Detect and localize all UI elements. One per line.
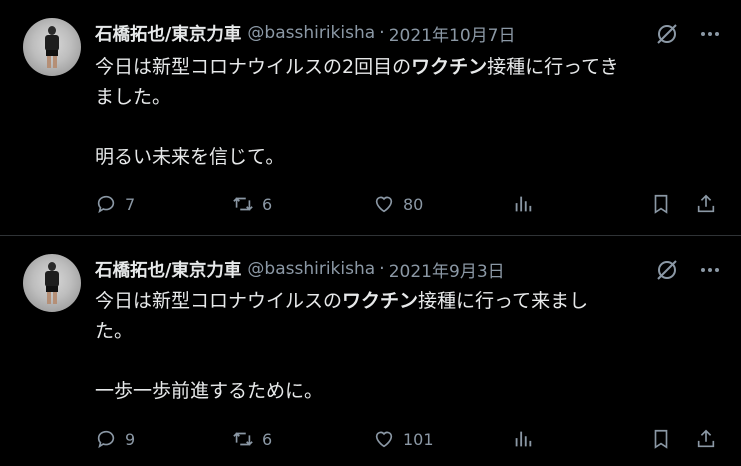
share-icon (697, 194, 715, 213)
like-count: 101 (403, 429, 434, 449)
tweet-date[interactable]: 2021年9月3日 (389, 257, 505, 282)
retweet-icon (233, 197, 253, 211)
views-button[interactable] (512, 425, 534, 453)
bookmark-button[interactable] (650, 190, 672, 218)
tweet-date[interactable]: 2021年10月7日 (389, 21, 516, 46)
tweet-text-part: 今日は新型コロナウイルスの2回目の (95, 56, 412, 78)
separator: · (379, 23, 385, 43)
grok-icon[interactable] (655, 22, 679, 46)
author-handle[interactable]: @basshirikisha (247, 23, 375, 43)
reply-count: 9 (125, 429, 136, 449)
tweet[interactable]: 石橋拓也/東京力車 @basshirikisha · 2021年9月3日 今日は… (0, 236, 741, 466)
more-icon[interactable] (698, 22, 722, 46)
tweet-header: 石橋拓也/東京力車 @basshirikisha · 2021年9月3日 (95, 256, 505, 282)
hashtag-keyword[interactable]: ワクチン (411, 56, 487, 78)
avatar[interactable] (23, 254, 81, 312)
heart-icon (375, 431, 393, 448)
share-button[interactable] (695, 425, 717, 453)
retweet-button[interactable]: 6 (232, 190, 272, 218)
tweet-actions: 9 6 101 (95, 425, 725, 453)
views-button[interactable] (512, 190, 534, 218)
tweet-text: 今日は新型コロナウイルスの2回目のワクチン接種に行ってき ました。 明るい未来を… (95, 52, 725, 172)
author-handle[interactable]: @basshirikisha (247, 259, 375, 279)
tweet-actions: 7 6 80 (95, 190, 725, 218)
author-name[interactable]: 石橋拓也/東京力車 (95, 257, 241, 282)
separator: · (379, 259, 385, 279)
reply-button[interactable]: 9 (95, 425, 135, 453)
retweet-count: 6 (262, 429, 273, 449)
author-name[interactable]: 石橋拓也/東京力車 (95, 21, 241, 46)
tweet-text: 今日は新型コロナウイルスのワクチン接種に行って来まし た。 一歩一歩前進するため… (95, 286, 725, 406)
retweet-button[interactable]: 6 (232, 425, 272, 453)
hashtag-keyword[interactable]: ワクチン (342, 290, 418, 312)
like-button[interactable]: 101 (373, 425, 434, 453)
bookmark-button[interactable] (650, 425, 672, 453)
like-button[interactable]: 80 (373, 190, 423, 218)
reply-icon (97, 430, 115, 449)
like-count: 80 (403, 194, 424, 214)
tweet-text-part: 今日は新型コロナウイルスの (95, 290, 343, 312)
tweet-header: 石橋拓也/東京力車 @basshirikisha · 2021年10月7日 (95, 20, 515, 46)
share-icon (697, 429, 715, 448)
avatar[interactable] (23, 18, 81, 76)
bookmark-icon (654, 429, 668, 449)
retweet-count: 6 (262, 194, 273, 214)
reply-count: 7 (125, 194, 136, 214)
more-icon[interactable] (698, 258, 722, 282)
heart-icon (375, 196, 393, 213)
bookmark-icon (654, 194, 668, 214)
grok-icon[interactable] (655, 258, 679, 282)
views-icon (515, 431, 532, 447)
share-button[interactable] (695, 190, 717, 218)
reply-button[interactable]: 7 (95, 190, 135, 218)
views-icon (515, 196, 532, 212)
reply-icon (97, 195, 115, 214)
retweet-icon (233, 432, 253, 446)
tweet[interactable]: 石橋拓也/東京力車 @basshirikisha · 2021年10月7日 今日… (0, 0, 741, 236)
